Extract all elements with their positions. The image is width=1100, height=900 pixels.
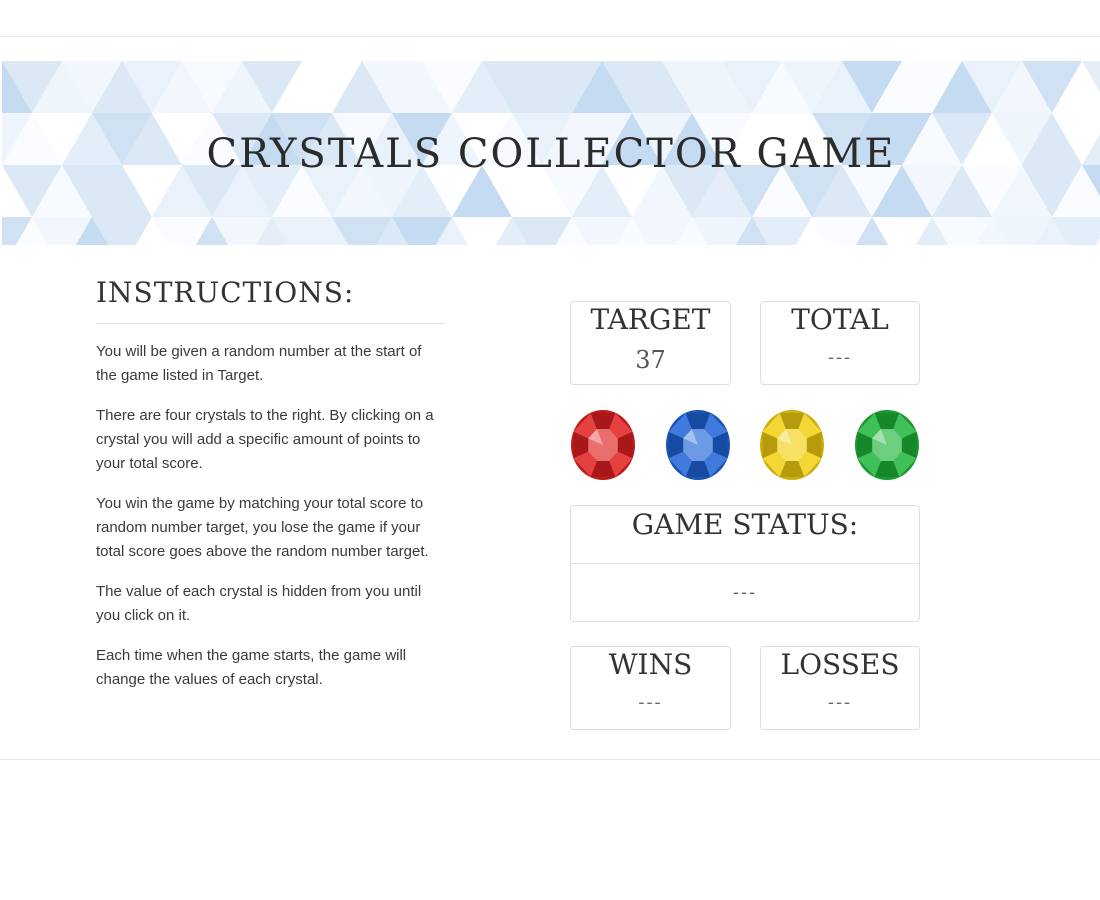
yellow-gem-icon [760,410,824,480]
yellow-crystal-button[interactable] [759,409,825,481]
header-banner: CRYSTALS COLLECTOR GAME [2,61,1100,245]
losses-value: --- [827,692,853,713]
instruction-paragraph: Each time when the game starts, the game… [96,647,407,688]
top-divider [0,36,1100,37]
green-crystal-button[interactable] [854,409,920,481]
game-status-value: --- [732,582,758,603]
page-title: CRYSTALS COLLECTOR GAME [206,131,896,177]
total-card: TOTAL --- [760,301,920,385]
losses-card: LOSSES --- [760,646,920,730]
instruction-paragraph: You will be given a random number at the… [96,343,422,384]
instruction-paragraph: You win the game by matching your total … [96,495,429,560]
total-label: TOTAL [791,303,889,336]
wins-card: WINS --- [570,646,731,730]
total-value: --- [827,347,853,368]
game-status-card: GAME STATUS: --- [570,505,920,622]
instructions-panel: INSTRUCTIONS: You will be given a random… [96,272,446,708]
wins-value: --- [638,692,663,713]
target-value: 37 [635,346,666,374]
wins-label: WINS [608,648,693,681]
game-status-label: GAME STATUS: [571,506,919,564]
red-crystal-button[interactable] [570,409,636,481]
red-gem-icon [571,410,635,480]
page: CRYSTALS COLLECTOR GAME INSTRUCTIONS: Yo… [0,0,1100,900]
green-gem-icon [855,410,919,480]
blue-crystal-button[interactable] [665,409,731,481]
instructions-heading: INSTRUCTIONS: [96,272,446,324]
instruction-paragraph: There are four crystals to the right. By… [96,407,434,472]
blue-gem-icon [666,410,730,480]
instruction-paragraph: The value of each crystal is hidden from… [96,583,422,624]
losses-label: LOSSES [780,648,900,681]
target-label: TARGET [590,303,711,336]
bottom-divider [0,759,1100,760]
target-card: TARGET 37 [570,301,731,385]
instructions-text: You will be given a random number at the… [96,340,446,692]
